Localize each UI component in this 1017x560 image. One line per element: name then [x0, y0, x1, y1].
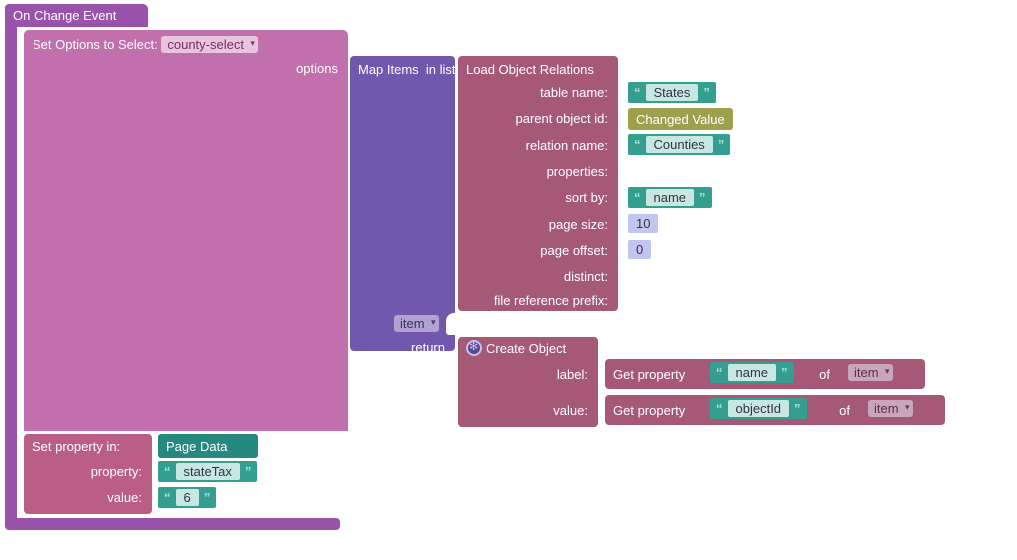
val-sort-by-text: name	[646, 189, 695, 206]
val-table-name-text: States	[646, 84, 699, 101]
lbl-co-label: label:	[460, 367, 588, 382]
val-relation-name-text: Counties	[646, 136, 713, 153]
val-table-name[interactable]: “ States ”	[628, 82, 716, 103]
quote-icon: “	[632, 190, 643, 205]
lbl-page-offset: page offset:	[460, 243, 608, 258]
lbl-file-ref-prefix: file reference prefix:	[460, 293, 608, 308]
load-relations-title: Load Object Relations	[466, 62, 594, 77]
quote-icon: ”	[701, 85, 712, 100]
quote-icon: ”	[697, 190, 708, 205]
item-var-dropdown[interactable]: item	[394, 315, 439, 332]
val-parent-object-id-text: Changed Value	[636, 112, 725, 127]
map-items-title: Map Items	[358, 62, 419, 77]
quote-icon: “	[632, 85, 643, 100]
set-property-title: Set property in:	[32, 439, 120, 454]
val-property-name[interactable]: “ stateTax ”	[158, 461, 257, 482]
event-header[interactable]: On Change Event	[5, 4, 148, 27]
select-dropdown-value: county-select	[167, 37, 244, 52]
return-label: return	[390, 340, 445, 355]
quote-icon: “	[162, 490, 173, 505]
set-options-label: Set Options to Select:	[32, 37, 158, 52]
lbl-co-value: value:	[460, 403, 588, 418]
item-slot[interactable]	[446, 313, 616, 335]
create-object-title: Create Object	[486, 341, 566, 356]
get-property-value-var-text: item	[874, 401, 899, 416]
lbl-distinct: distinct:	[460, 269, 608, 284]
get-property-value-prop[interactable]: “ objectId ”	[710, 398, 807, 419]
map-items-block[interactable]: Map Items in list:	[350, 56, 455, 351]
get-property-label-of: of	[810, 367, 830, 382]
val-page-offset[interactable]: 0	[628, 240, 651, 259]
lbl-sort-by: sort by:	[460, 190, 608, 205]
get-property-label-prop[interactable]: “ name ”	[710, 362, 794, 383]
lbl-sp-value: value:	[24, 490, 142, 505]
quote-icon: “	[632, 137, 643, 152]
quote-icon: ”	[243, 464, 254, 479]
lbl-page-size: page size:	[460, 217, 608, 232]
get-property-value-var[interactable]: item	[868, 400, 913, 417]
gear-icon[interactable]	[466, 340, 482, 356]
val-property-value-text: 6	[176, 489, 199, 506]
quote-icon: ”	[716, 137, 727, 152]
get-property-value-of: of	[830, 403, 850, 418]
event-title: On Change Event	[13, 8, 116, 23]
page-data-text: Page Data	[166, 439, 227, 454]
lbl-table-name: table name:	[460, 85, 608, 100]
page-data-target[interactable]: Page Data	[158, 434, 258, 458]
val-sort-by[interactable]: “ name ”	[628, 187, 712, 208]
get-property-label-var[interactable]: item	[848, 364, 893, 381]
quote-icon: “	[714, 365, 725, 380]
lbl-relation-name: relation name:	[460, 138, 608, 153]
set-options-block[interactable]: Set Options to Select: county-select	[24, 30, 348, 431]
quote-icon: “	[714, 401, 725, 416]
lbl-properties: properties:	[460, 164, 608, 179]
val-parent-object-id[interactable]: Changed Value	[628, 108, 733, 130]
in-list-label: in list:	[426, 62, 459, 77]
val-property-name-text: stateTax	[176, 463, 240, 480]
lbl-parent-object-id: parent object id:	[460, 111, 608, 126]
get-property-title-2: Get property	[613, 403, 685, 418]
get-property-value-prop-text: objectId	[728, 400, 790, 417]
get-property-label-prop-text: name	[728, 364, 777, 381]
val-property-value[interactable]: “ 6 ”	[158, 487, 216, 508]
get-property-label-var-text: item	[854, 365, 879, 380]
options-port-label: options	[278, 61, 338, 76]
val-relation-name[interactable]: “ Counties ”	[628, 134, 730, 155]
quote-icon: ”	[792, 401, 803, 416]
quote-icon: “	[162, 464, 173, 479]
lbl-sp-property: property:	[24, 464, 142, 479]
val-page-offset-text: 0	[636, 242, 643, 257]
get-property-title: Get property	[613, 367, 685, 382]
item-var-value: item	[400, 316, 425, 331]
quote-icon: ”	[202, 490, 213, 505]
val-page-size[interactable]: 10	[628, 214, 658, 233]
val-page-size-text: 10	[636, 216, 650, 231]
select-dropdown[interactable]: county-select	[161, 36, 258, 53]
quote-icon: ”	[779, 365, 790, 380]
